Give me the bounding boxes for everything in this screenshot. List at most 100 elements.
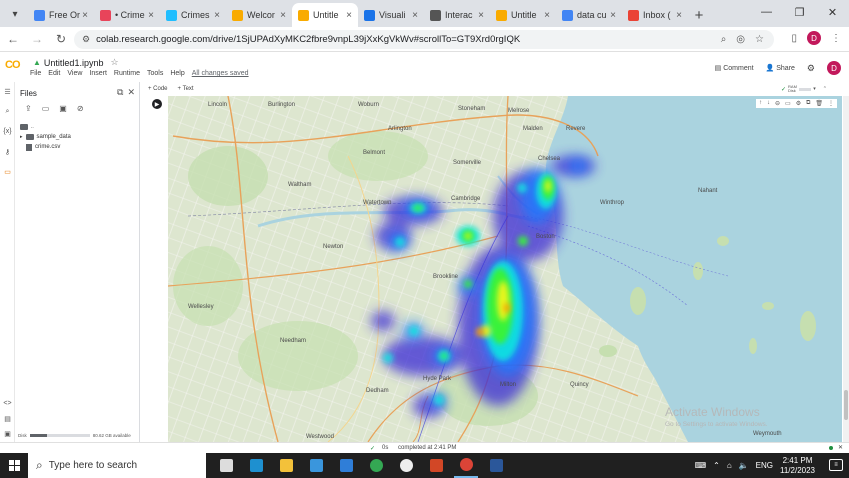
network-icon[interactable]: ⌂ bbox=[727, 461, 732, 470]
cell-settings-icon[interactable]: ⚙ bbox=[796, 100, 801, 107]
browser-menu-icon[interactable]: ⋮ bbox=[831, 33, 841, 44]
forward-icon[interactable]: → bbox=[26, 28, 48, 50]
menu-runtime[interactable]: Runtime bbox=[114, 70, 140, 77]
minimize-icon[interactable]: — bbox=[750, 0, 783, 24]
mount-drive-icon[interactable]: ▣ bbox=[59, 104, 67, 113]
keyboard-icon[interactable]: ⌨ bbox=[695, 461, 707, 470]
code-snippets-icon[interactable]: <> bbox=[0, 400, 15, 407]
menu-edit[interactable]: Edit bbox=[48, 70, 60, 77]
tray-chevron-icon[interactable]: ⌃ bbox=[713, 461, 720, 470]
profile-avatar[interactable]: D bbox=[807, 31, 821, 45]
address-bar[interactable]: ⚙ colab.research.google.com/drive/1SjUPA… bbox=[74, 30, 774, 49]
delete-icon[interactable]: 🗑 bbox=[815, 100, 823, 107]
file-explorer-icon[interactable] bbox=[274, 453, 298, 478]
variables-icon[interactable]: {x} bbox=[0, 128, 15, 135]
notebook-title[interactable]: Untitled1.ipynb bbox=[44, 58, 104, 68]
comment-button[interactable]: ▤ Comment bbox=[715, 64, 754, 72]
scrollbar-thumb[interactable] bbox=[844, 390, 848, 420]
move-down-icon[interactable]: ↓ bbox=[767, 100, 770, 107]
side-panel-icon[interactable]: ▯ bbox=[791, 33, 797, 44]
start-button[interactable] bbox=[0, 453, 28, 478]
colab-logo[interactable]: CO bbox=[5, 59, 20, 71]
terminal-icon[interactable]: ▣ bbox=[0, 430, 15, 438]
star-icon[interactable]: ☆ bbox=[110, 57, 118, 68]
command-palette-icon[interactable]: ▤ bbox=[0, 415, 15, 423]
runtime-dropdown-icon[interactable]: ▾ bbox=[813, 86, 816, 92]
taskbar-search[interactable]: ⌕ Type here to search bbox=[28, 453, 206, 478]
bookmark-star-icon[interactable]: ☆ bbox=[755, 34, 764, 45]
mirror-icon[interactable]: ⧉ bbox=[806, 100, 810, 107]
close-tab-icon[interactable]: × bbox=[478, 10, 484, 21]
url-text[interactable]: colab.research.google.com/drive/1SjUPAdX… bbox=[96, 34, 721, 45]
notifications-icon[interactable]: ≡ bbox=[829, 459, 843, 471]
heatmap-output[interactable]: Lincoln Burlington Woburn Stoneham Malde… bbox=[168, 96, 842, 442]
share-button[interactable]: 👤 Share bbox=[766, 64, 795, 72]
eye-off-icon[interactable]: ◎ bbox=[736, 34, 745, 45]
chrome-active-icon[interactable] bbox=[454, 453, 478, 478]
secrets-key-icon[interactable]: ⚷ bbox=[0, 148, 15, 156]
colab-avatar[interactable]: D bbox=[827, 61, 841, 75]
mail-icon[interactable] bbox=[334, 453, 358, 478]
toc-icon[interactable]: ☰ bbox=[0, 88, 15, 96]
menu-view[interactable]: View bbox=[67, 70, 82, 77]
save-status[interactable]: All changes saved bbox=[192, 70, 249, 77]
more-icon[interactable]: ⋮ bbox=[828, 100, 834, 107]
reload-icon[interactable]: ↻ bbox=[50, 28, 72, 50]
upload-icon[interactable]: ⇪ bbox=[25, 104, 32, 113]
add-code-button[interactable]: + Code bbox=[148, 86, 168, 92]
close-tab-icon[interactable]: × bbox=[412, 10, 418, 21]
task-view-icon[interactable] bbox=[214, 453, 238, 478]
runtime-status[interactable]: ✓ RAM Disk ▾ ⌃ bbox=[781, 83, 827, 95]
tab-search-icon[interactable]: ▾ bbox=[4, 3, 26, 25]
menu-help[interactable]: Help bbox=[170, 70, 184, 77]
list-item[interactable]: crime.csv bbox=[20, 142, 71, 152]
chrome-profile-icon[interactable] bbox=[394, 453, 418, 478]
new-folder-icon[interactable]: ▭ bbox=[42, 104, 50, 113]
close-tab-icon[interactable]: × bbox=[610, 10, 616, 21]
restore-icon[interactable]: ❐ bbox=[783, 0, 816, 24]
edge-icon[interactable] bbox=[244, 453, 268, 478]
menu-insert[interactable]: Insert bbox=[89, 70, 107, 77]
close-tab-icon[interactable]: × bbox=[676, 10, 682, 21]
hide-icon[interactable]: ⊘ bbox=[77, 104, 84, 113]
parent-folder[interactable]: .. bbox=[20, 122, 71, 132]
close-tab-icon[interactable]: × bbox=[214, 10, 220, 21]
browser-tab[interactable]: Untitle × bbox=[490, 3, 556, 27]
word-icon[interactable] bbox=[484, 453, 508, 478]
comment-cell-icon[interactable]: ▭ bbox=[785, 100, 791, 107]
browser-tab[interactable]: Inbox (× bbox=[622, 3, 688, 27]
move-up-icon[interactable]: ↑ bbox=[759, 100, 762, 107]
browser-tab[interactable]: Untitle × bbox=[292, 3, 358, 27]
run-cell-button[interactable]: ▶ bbox=[152, 99, 162, 109]
browser-tab[interactable]: Welcor × bbox=[226, 3, 292, 27]
close-tab-icon[interactable]: × bbox=[148, 10, 154, 21]
chrome-icon[interactable] bbox=[364, 453, 388, 478]
site-info-icon[interactable]: ⚙ bbox=[82, 34, 90, 45]
add-text-button[interactable]: + Text bbox=[178, 86, 194, 92]
files-folder-icon[interactable]: ▭ bbox=[0, 168, 15, 176]
back-icon[interactable]: ← bbox=[2, 28, 24, 50]
open-in-tab-icon[interactable]: ⧉ bbox=[117, 87, 123, 98]
menu-file[interactable]: File bbox=[30, 70, 41, 77]
close-panel-icon[interactable]: ✕ bbox=[127, 87, 135, 98]
browser-tab[interactable]: Interac × bbox=[424, 3, 490, 27]
expand-arrow-icon[interactable]: ▸ bbox=[20, 134, 23, 140]
close-tab-icon[interactable]: × bbox=[544, 10, 550, 21]
browser-tab[interactable]: data cu × bbox=[556, 3, 622, 27]
taskbar-clock[interactable]: 2:41 PM 11/2/2023 bbox=[780, 456, 815, 476]
notebook-scrollbar[interactable] bbox=[843, 96, 849, 442]
language-indicator[interactable]: ENG bbox=[756, 461, 773, 470]
store-icon[interactable] bbox=[304, 453, 328, 478]
close-tab-icon[interactable]: × bbox=[280, 10, 286, 21]
close-tab-icon[interactable]: × bbox=[346, 10, 352, 21]
menu-tools[interactable]: Tools bbox=[147, 70, 163, 77]
settings-gear-icon[interactable]: ⚙ bbox=[807, 63, 815, 74]
close-tab-icon[interactable]: × bbox=[82, 10, 88, 21]
zoom-icon[interactable]: ⌕ bbox=[721, 34, 727, 45]
status-close-icon[interactable]: ✕ bbox=[838, 444, 843, 451]
search-icon[interactable]: ⌕ bbox=[0, 108, 15, 116]
new-tab-button[interactable]: + bbox=[688, 4, 710, 26]
list-item[interactable]: ▸ sample_data bbox=[20, 132, 71, 142]
powerpoint-icon[interactable] bbox=[424, 453, 448, 478]
browser-tab[interactable]: Free Or × bbox=[28, 3, 94, 27]
